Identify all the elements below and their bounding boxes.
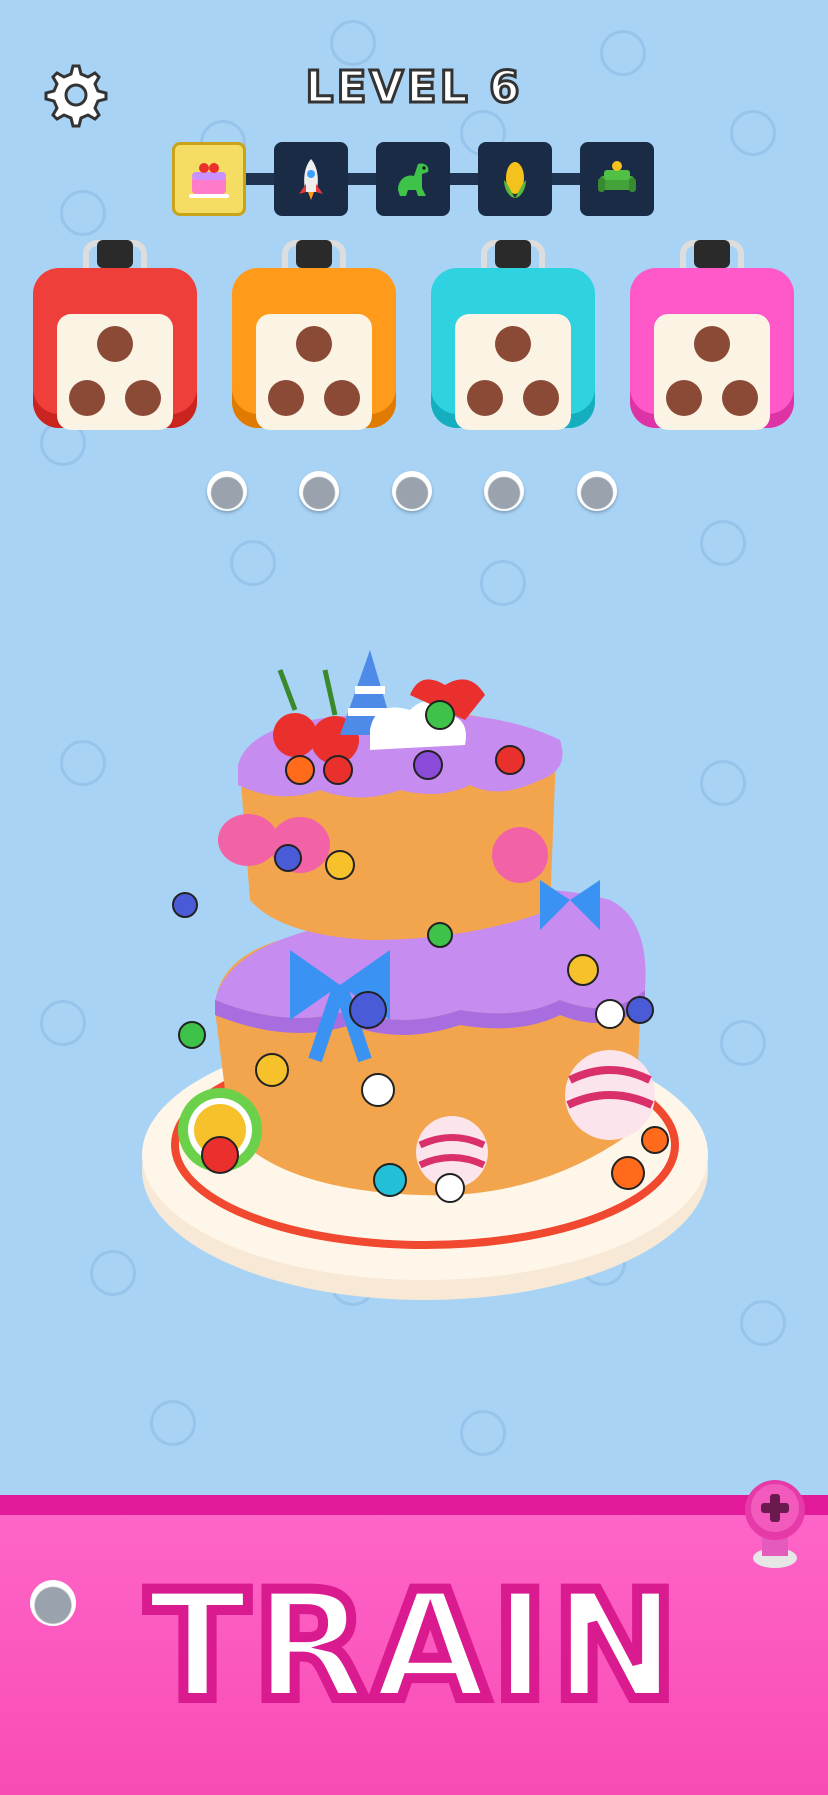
cake-icon	[189, 163, 229, 198]
empty-screw-slot[interactable]	[207, 471, 247, 511]
box-body	[33, 268, 197, 430]
screw-hole	[722, 380, 758, 416]
screw-hole	[268, 380, 304, 416]
box-handle-cap	[694, 240, 730, 268]
progress-item-cake	[172, 142, 246, 216]
rocket-icon	[299, 159, 323, 200]
box-handle-cap	[495, 240, 531, 268]
screw-hole	[69, 380, 105, 416]
progress-item-dinosaur	[376, 142, 450, 216]
add-slot-button[interactable]	[742, 1480, 808, 1570]
box-body	[431, 268, 595, 430]
screw-hole	[495, 326, 531, 362]
screw-hole	[125, 380, 161, 416]
screw-hole	[467, 380, 503, 416]
progress-item-sofa	[580, 142, 654, 216]
screw-hole	[97, 326, 133, 362]
screw-box-red[interactable]	[33, 240, 197, 430]
screw-hole	[694, 326, 730, 362]
progress-item-corn	[478, 142, 552, 216]
cake-puzzle[interactable]	[140, 640, 710, 1340]
box-inner	[455, 314, 571, 430]
empty-screw-slot[interactable]	[484, 471, 524, 511]
plus-icon	[745, 1480, 805, 1568]
train-label: TRAIN	[141, 1555, 682, 1739]
banner-top-edge	[0, 1495, 828, 1515]
empty-screw-slot[interactable]	[577, 471, 617, 511]
screw-hole	[296, 326, 332, 362]
empty-screw-slot[interactable]	[299, 471, 339, 511]
progress-item-rocket	[274, 142, 348, 216]
screw-box-pink[interactable]	[630, 240, 794, 430]
screw-hole	[666, 380, 702, 416]
box-inner	[256, 314, 372, 430]
screw-box-cyan[interactable]	[431, 240, 595, 430]
box-body	[630, 268, 794, 430]
empty-screw-slot[interactable]	[392, 471, 432, 511]
dinosaur-icon	[398, 163, 429, 196]
screw-hole	[324, 380, 360, 416]
box-inner	[654, 314, 770, 430]
box-handle-cap	[97, 240, 133, 268]
corn-icon	[504, 162, 526, 198]
level-title: LEVEL 6	[304, 61, 523, 115]
cake-illustration	[142, 650, 708, 1300]
box-body	[232, 268, 396, 430]
sofa-icon	[598, 161, 636, 192]
box-handle-cap	[296, 240, 332, 268]
level-progress	[172, 142, 655, 216]
screw-box-orange[interactable]	[232, 240, 396, 430]
box-inner	[57, 314, 173, 430]
screw-hole	[523, 380, 559, 416]
